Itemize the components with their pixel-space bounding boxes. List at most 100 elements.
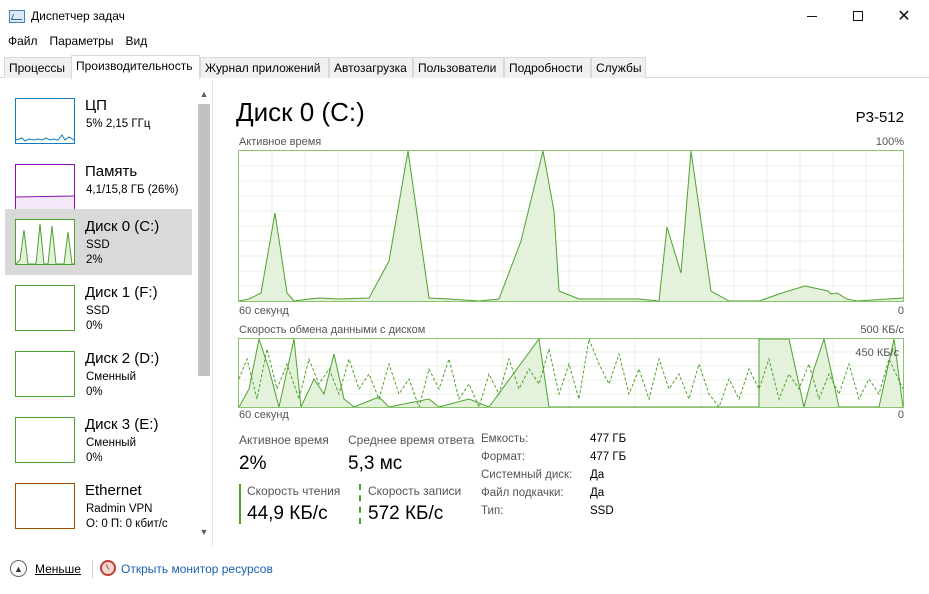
open-resource-monitor-link[interactable]: Открыть монитор ресурсов xyxy=(121,562,273,576)
active-time-graph-svg xyxy=(238,150,904,302)
transfer-rate-graph: 450 КБ/с xyxy=(238,337,904,409)
avg-response-value: 5,3 мс xyxy=(348,453,403,474)
active-time-graph-max: 100% xyxy=(875,136,904,148)
disk-model: P3-512 xyxy=(855,109,904,126)
tab-processes[interactable]: Процессы xyxy=(4,57,72,78)
tab-bar: Процессы Производительность Журнал прило… xyxy=(0,55,929,79)
page-title: Диск 0 (C:) xyxy=(236,97,365,127)
scroll-down-icon[interactable]: ▼ xyxy=(196,527,212,541)
sidebar-item-usage: 2% xyxy=(86,254,103,266)
sidebar-item-detail: Сменный xyxy=(86,437,136,449)
performance-sidebar: ЦП 5% 2,15 ГГц Память 4,1/15,8 ГБ (26%) … xyxy=(0,79,213,546)
capacity-value: 477 ГБ xyxy=(590,433,627,445)
sidebar-item-label: Диск 2 (D:) xyxy=(85,350,160,367)
minimize-button[interactable] xyxy=(789,0,835,32)
active-time-value: 2% xyxy=(239,453,267,474)
task-manager-icon xyxy=(9,10,25,23)
tab-startup[interactable]: Автозагрузка xyxy=(329,57,413,78)
sidebar-item-disk1[interactable]: Диск 1 (F:) SSD 0% xyxy=(5,275,192,341)
sidebar-item-label: Диск 3 (E:) xyxy=(85,416,159,433)
type-label: Тип: xyxy=(481,505,504,517)
sidebar-item-detail: Radmin VPN xyxy=(86,503,153,515)
sidebar-item-detail: SSD xyxy=(86,305,110,317)
scroll-thumb[interactable] xyxy=(198,104,210,376)
tab-performance[interactable]: Производительность xyxy=(71,55,200,79)
read-speed-indicator xyxy=(239,484,241,524)
title-bar: Диспетчер задач ✕ xyxy=(0,0,929,32)
capacity-label: Емкость: xyxy=(481,433,529,445)
footer-divider xyxy=(92,560,93,578)
sidebar-item-detail: Сменный xyxy=(86,371,136,383)
sidebar-item-detail: 4,1/15,8 ГБ (26%) xyxy=(86,184,179,196)
type-value: SSD xyxy=(590,505,614,517)
sidebar-item-label: Ethernet xyxy=(85,482,142,499)
window-title: Диспетчер задач xyxy=(31,9,125,23)
sidebar-scrollbar[interactable]: ▲ ▼ xyxy=(196,87,212,543)
menu-file[interactable]: Файл xyxy=(2,32,44,52)
transfer-rate-graph-min: 0 xyxy=(897,409,904,421)
sidebar-item-disk2[interactable]: Диск 2 (D:) Сменный 0% xyxy=(5,341,192,407)
transfer-rate-inner-marker: 450 КБ/с xyxy=(855,347,899,359)
ethernet-thumbnail xyxy=(15,483,75,529)
tab-details[interactable]: Подробности xyxy=(504,57,591,78)
system-disk-value: Да xyxy=(590,469,605,481)
sidebar-item-usage: 0% xyxy=(86,386,103,398)
format-value: 477 ГБ xyxy=(590,451,627,463)
disk3-thumbnail xyxy=(15,417,75,463)
sidebar-item-usage: 0% xyxy=(86,452,103,464)
active-time-graph xyxy=(238,150,904,302)
sidebar-item-ethernet[interactable]: Ethernet Radmin VPN О: 0 П: 0 кбит/с xyxy=(5,473,192,539)
maximize-icon xyxy=(853,11,863,21)
active-time-label: Активное время xyxy=(239,433,329,447)
write-speed-label: Скорость записи xyxy=(368,484,462,498)
avg-response-label: Среднее время ответа xyxy=(348,433,475,447)
format-label: Формат: xyxy=(481,451,526,463)
sidebar-item-detail: 5% 2,15 ГГц xyxy=(86,118,151,130)
sidebar-item-cpu[interactable]: ЦП 5% 2,15 ГГц xyxy=(5,88,192,154)
active-time-graph-duration: 60 секунд xyxy=(239,305,289,317)
sidebar-item-disk0[interactable]: Диск 0 (C:) SSD 2% xyxy=(5,209,192,275)
scroll-up-icon[interactable]: ▲ xyxy=(196,89,212,103)
transfer-rate-graph-duration: 60 секунд xyxy=(239,409,289,421)
cpu-thumbnail xyxy=(15,98,75,144)
maximize-button[interactable] xyxy=(835,0,881,32)
sidebar-item-label: Память xyxy=(85,163,138,180)
memory-thumbnail xyxy=(15,164,75,210)
read-speed-label: Скорость чтения xyxy=(247,484,341,498)
page-file-value: Да xyxy=(590,487,605,499)
resource-monitor-icon[interactable] xyxy=(100,560,116,576)
disk0-thumbnail xyxy=(15,219,75,265)
sidebar-item-detail: SSD xyxy=(86,239,110,251)
transfer-rate-graph-max: 500 КБ/с xyxy=(860,324,904,336)
active-time-graph-min: 0 xyxy=(897,305,904,317)
write-speed-value: 572 КБ/с xyxy=(368,503,444,524)
sidebar-item-disk3[interactable]: Диск 3 (E:) Сменный 0% xyxy=(5,407,192,473)
transfer-rate-graph-label: Скорость обмена данными с диском xyxy=(239,324,426,336)
close-icon: ✕ xyxy=(897,6,911,25)
footer: ▲ Меньше Открыть монитор ресурсов xyxy=(0,546,929,594)
sidebar-item-label: Диск 0 (C:) xyxy=(85,218,160,235)
sidebar-item-label: ЦП xyxy=(85,97,107,114)
sidebar-item-label: Диск 1 (F:) xyxy=(85,284,158,301)
read-speed-value: 44,9 КБ/с xyxy=(247,503,328,524)
minimize-icon xyxy=(807,15,817,17)
menu-bar: Файл Параметры Вид xyxy=(0,32,929,52)
fewer-details-button[interactable]: Меньше xyxy=(35,562,81,576)
system-disk-label: Системный диск: xyxy=(481,469,573,481)
tab-app-history[interactable]: Журнал приложений xyxy=(200,57,329,78)
write-speed-indicator xyxy=(359,484,361,524)
sidebar-item-usage: 0% xyxy=(86,320,103,332)
menu-view[interactable]: Вид xyxy=(119,32,153,52)
transfer-rate-graph-svg xyxy=(238,337,904,409)
sidebar-item-usage: О: 0 П: 0 кбит/с xyxy=(86,518,168,530)
menu-options[interactable]: Параметры xyxy=(44,32,120,52)
active-time-graph-label: Активное время xyxy=(239,136,322,148)
page-file-label: Файл подкачки: xyxy=(481,487,564,499)
tab-services[interactable]: Службы xyxy=(591,57,646,78)
chevron-up-icon[interactable]: ▲ xyxy=(10,560,27,577)
close-button[interactable]: ✕ xyxy=(881,0,927,32)
tab-users[interactable]: Пользователи xyxy=(413,57,504,78)
disk-details-panel: Диск 0 (C:) P3-512 Активное время 100% 6… xyxy=(214,79,929,546)
disk2-thumbnail xyxy=(15,351,75,397)
disk1-thumbnail xyxy=(15,285,75,331)
